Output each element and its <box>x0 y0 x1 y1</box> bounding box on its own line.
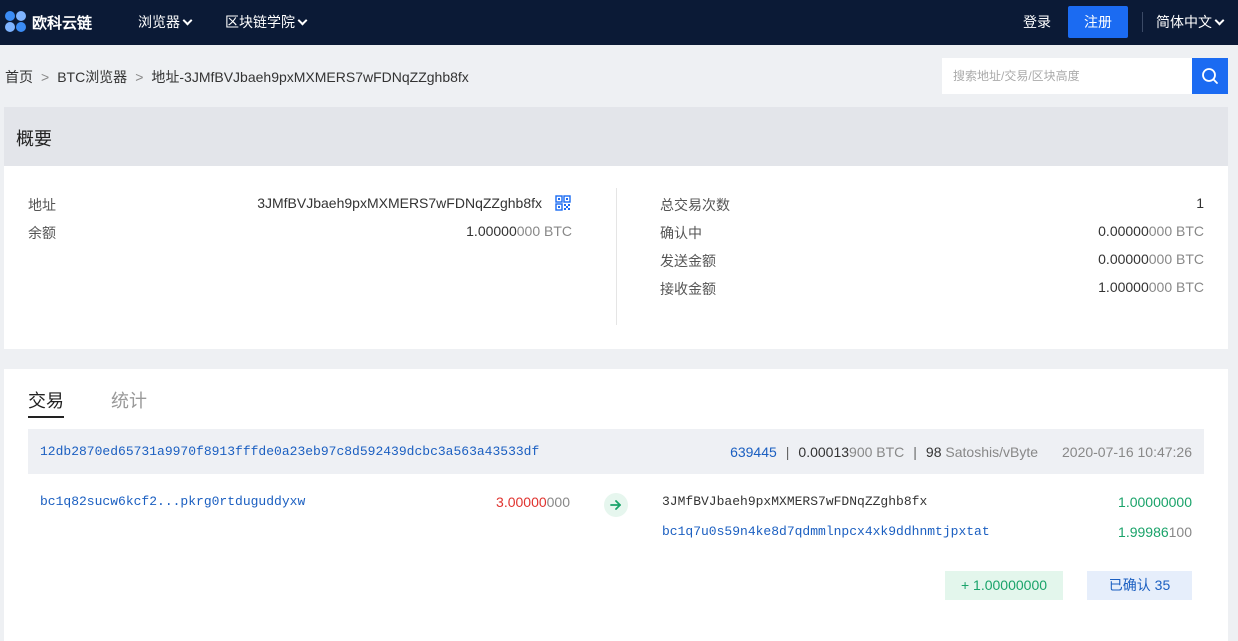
output-address-current: 3JMfBVJbaeh9pxMXMERS7wFDNqZZghb8fx <box>662 494 928 509</box>
confirming-label: 确认中 <box>660 225 702 241</box>
breadcrumb-home[interactable]: 首页 <box>5 69 33 85</box>
overview-title: 概要 <box>16 129 52 149</box>
language-selector[interactable]: 简体中文 <box>1156 0 1225 45</box>
logo-text: 欧科云链 <box>32 14 93 32</box>
language-label: 简体中文 <box>1156 14 1212 30</box>
transaction-header: 12db2870ed65731a9970f8913fffde0a23eb97c8… <box>28 429 1204 474</box>
search-icon <box>1202 68 1218 84</box>
balance-main: 1.00000 <box>466 223 517 239</box>
search-button[interactable] <box>1192 58 1228 94</box>
nav-browser[interactable]: 浏览器 <box>138 0 193 45</box>
transactions-panel: 交易 统计 12db2870ed65731a9970f8913fffde0a23… <box>4 369 1228 641</box>
address-label: 地址 <box>28 197 56 213</box>
tab-stats[interactable]: 统计 <box>111 387 147 413</box>
tx-time: 2020-07-16 10:47:26 <box>1062 444 1192 460</box>
overview-panel: 地址 3JMfBVJbaeh9pxMXMERS7wFDNqZZghb8fx 余额… <box>4 166 1228 349</box>
breadcrumb: 首页 > BTC浏览器 > 地址-3JMfBVJbaeh9pxMXMERS7wFDNqZ… <box>5 67 469 87</box>
nav-academy-label: 区块链学院 <box>225 14 295 30</box>
nav-academy[interactable]: 区块链学院 <box>225 0 308 45</box>
received-rest: 000 BTC <box>1148 279 1204 295</box>
received-label: 接收金额 <box>660 281 716 297</box>
sent-main: 0.00000 <box>1098 251 1149 267</box>
confirming-rest: 000 BTC <box>1148 223 1204 239</box>
output-address-link[interactable]: bc1q7u0s59n4ke8d7qdmmlnpcx4xk9ddhnmtjpxt… <box>662 524 990 539</box>
output-amount: 1.99986100 <box>1118 524 1192 540</box>
divider <box>616 188 617 325</box>
login-link[interactable]: 登录 <box>1023 0 1051 45</box>
input-amount-rest: 000 <box>546 494 570 510</box>
arrow-right-icon <box>604 493 628 517</box>
breadcrumb-separator: > <box>135 69 144 85</box>
nav-browser-label: 浏览器 <box>138 14 180 30</box>
address-value[interactable]: 3JMfBVJbaeh9pxMXMERS7wFDNqZZghb8fx <box>257 195 542 211</box>
chevron-down-icon <box>297 15 308 25</box>
balance-value: 1.00000000 BTC <box>466 223 572 239</box>
sent-rest: 000 BTC <box>1148 251 1204 267</box>
tx-hash-link[interactable]: 12db2870ed65731a9970f8913fffde0a23eb97c8… <box>40 444 539 459</box>
balance-label: 余额 <box>28 225 56 241</box>
fee-rate-unit: Satoshis/vByte <box>945 444 1038 460</box>
logo-icon <box>5 11 27 33</box>
top-navbar: 欧科云链 浏览器 区块链学院 登录 注册 简体中文 <box>0 0 1238 45</box>
tx-count-label: 总交易次数 <box>660 197 730 213</box>
chevron-down-icon <box>1214 15 1225 25</box>
fee-rate-value: 98 <box>925 444 942 460</box>
block-height-link[interactable]: 639445 <box>730 444 777 460</box>
qr-code-icon[interactable] <box>555 195 571 211</box>
input-address-link[interactable]: bc1q82sucw6kcf2...pkrg0rtduguddyxw <box>40 494 305 509</box>
breadcrumb-current: 地址-3JMfBVJbaeh9pxMXMERS7wFDNqZZghb8fx <box>151 69 469 85</box>
input-amount: 3.00000000 <box>496 494 570 510</box>
active-tab-indicator <box>28 416 64 418</box>
output-amount-main: 1.00000000 <box>1118 494 1192 510</box>
fee-main: 0.00013 <box>798 444 850 460</box>
output-amount: 1.00000000 <box>1118 494 1192 510</box>
confirmations-badge: 已确认 35 <box>1087 571 1192 600</box>
breadcrumb-separator: > <box>41 69 50 85</box>
fee-rest: 900 BTC <box>849 444 905 460</box>
input-amount-main: 3.00000 <box>496 494 547 510</box>
sent-label: 发送金额 <box>660 253 716 269</box>
divider <box>1142 12 1143 32</box>
breadcrumb-explorer[interactable]: BTC浏览器 <box>57 69 127 85</box>
chevron-down-icon <box>182 15 193 25</box>
search-input[interactable] <box>942 58 1192 94</box>
tx-meta: 639445 | 0.00013900 BTC | 98 Satoshis/vByte 2… <box>730 444 1192 460</box>
output-amount-rest: 100 <box>1168 524 1192 540</box>
logo[interactable]: 欧科云链 <box>5 11 92 33</box>
tx-count-value: 1 <box>1196 195 1204 211</box>
confirming-value: 0.00000000 BTC <box>1098 223 1204 239</box>
net-change-badge: + 1.00000000 <box>945 571 1063 600</box>
separator: | <box>785 444 790 460</box>
confirming-main: 0.00000 <box>1098 223 1149 239</box>
output-amount-main: 1.99986 <box>1118 524 1169 540</box>
balance-rest: 000 BTC <box>516 223 572 239</box>
overview-header: 概要 <box>4 107 1228 166</box>
register-button[interactable]: 注册 <box>1068 6 1128 38</box>
separator: | <box>913 444 917 460</box>
received-main: 1.00000 <box>1098 279 1149 295</box>
sent-value: 0.00000000 BTC <box>1098 251 1204 267</box>
tab-transactions[interactable]: 交易 <box>28 387 64 413</box>
received-value: 1.00000000 BTC <box>1098 279 1204 295</box>
